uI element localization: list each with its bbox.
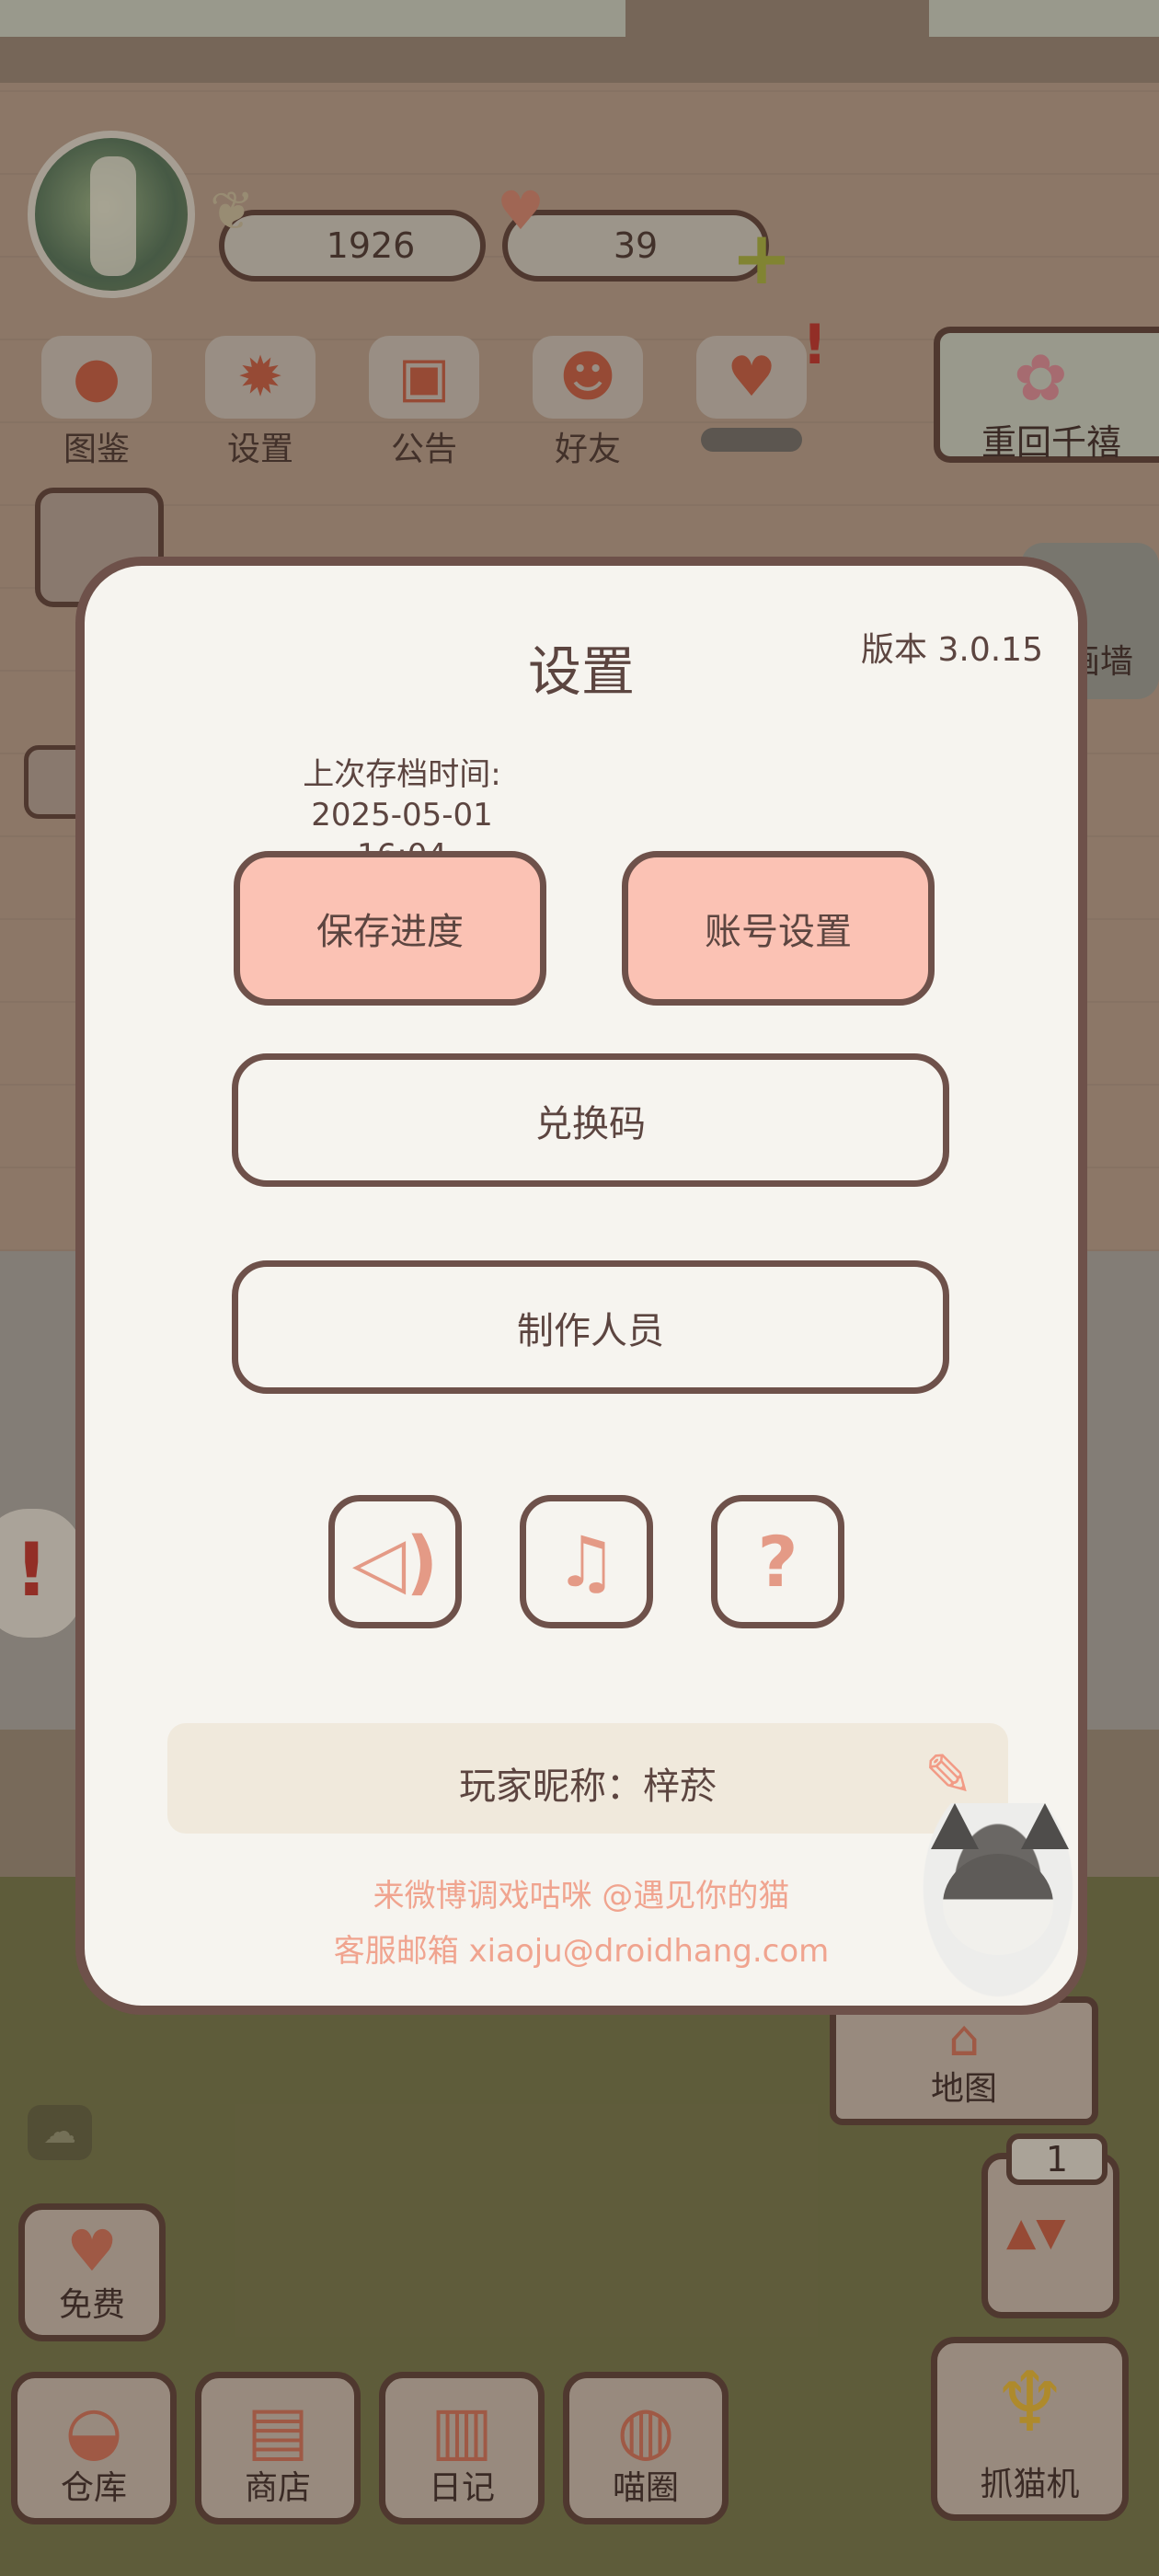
nickname-box: 玩家昵称：梓菸 ✎ <box>167 1723 1008 1834</box>
speaker-icon: ◁) <box>351 1521 439 1603</box>
edit-nickname-icon[interactable]: ✎ <box>924 1747 973 1806</box>
redeem-code-button[interactable]: 兑换码 <box>232 1053 949 1187</box>
version-text: 版本 3.0.15 <box>861 631 1043 669</box>
settings-dialog: 设置 版本 3.0.15 上次存档时间: 2025-05-01 16:04 保存… <box>75 557 1087 2015</box>
cat-ear-left <box>931 1803 979 1849</box>
help-button[interactable]: ? <box>711 1495 844 1628</box>
last-save-label: 上次存档时间: <box>303 756 501 793</box>
music-button[interactable]: ♫ <box>520 1495 653 1628</box>
account-settings-button[interactable]: 账号设置 <box>622 851 935 1006</box>
nickname-text: 玩家昵称：梓菸 <box>459 1765 717 1808</box>
credits-button[interactable]: 制作人员 <box>232 1260 949 1394</box>
sound-button[interactable]: ◁) <box>328 1495 462 1628</box>
save-progress-button[interactable]: 保存进度 <box>234 851 546 1006</box>
cat-ear-right <box>1021 1803 1069 1849</box>
cat-photo <box>911 1803 1085 2015</box>
cat-face <box>943 1854 1053 1955</box>
question-icon: ? <box>757 1521 798 1603</box>
music-note-icon: ♫ <box>555 1521 618 1603</box>
